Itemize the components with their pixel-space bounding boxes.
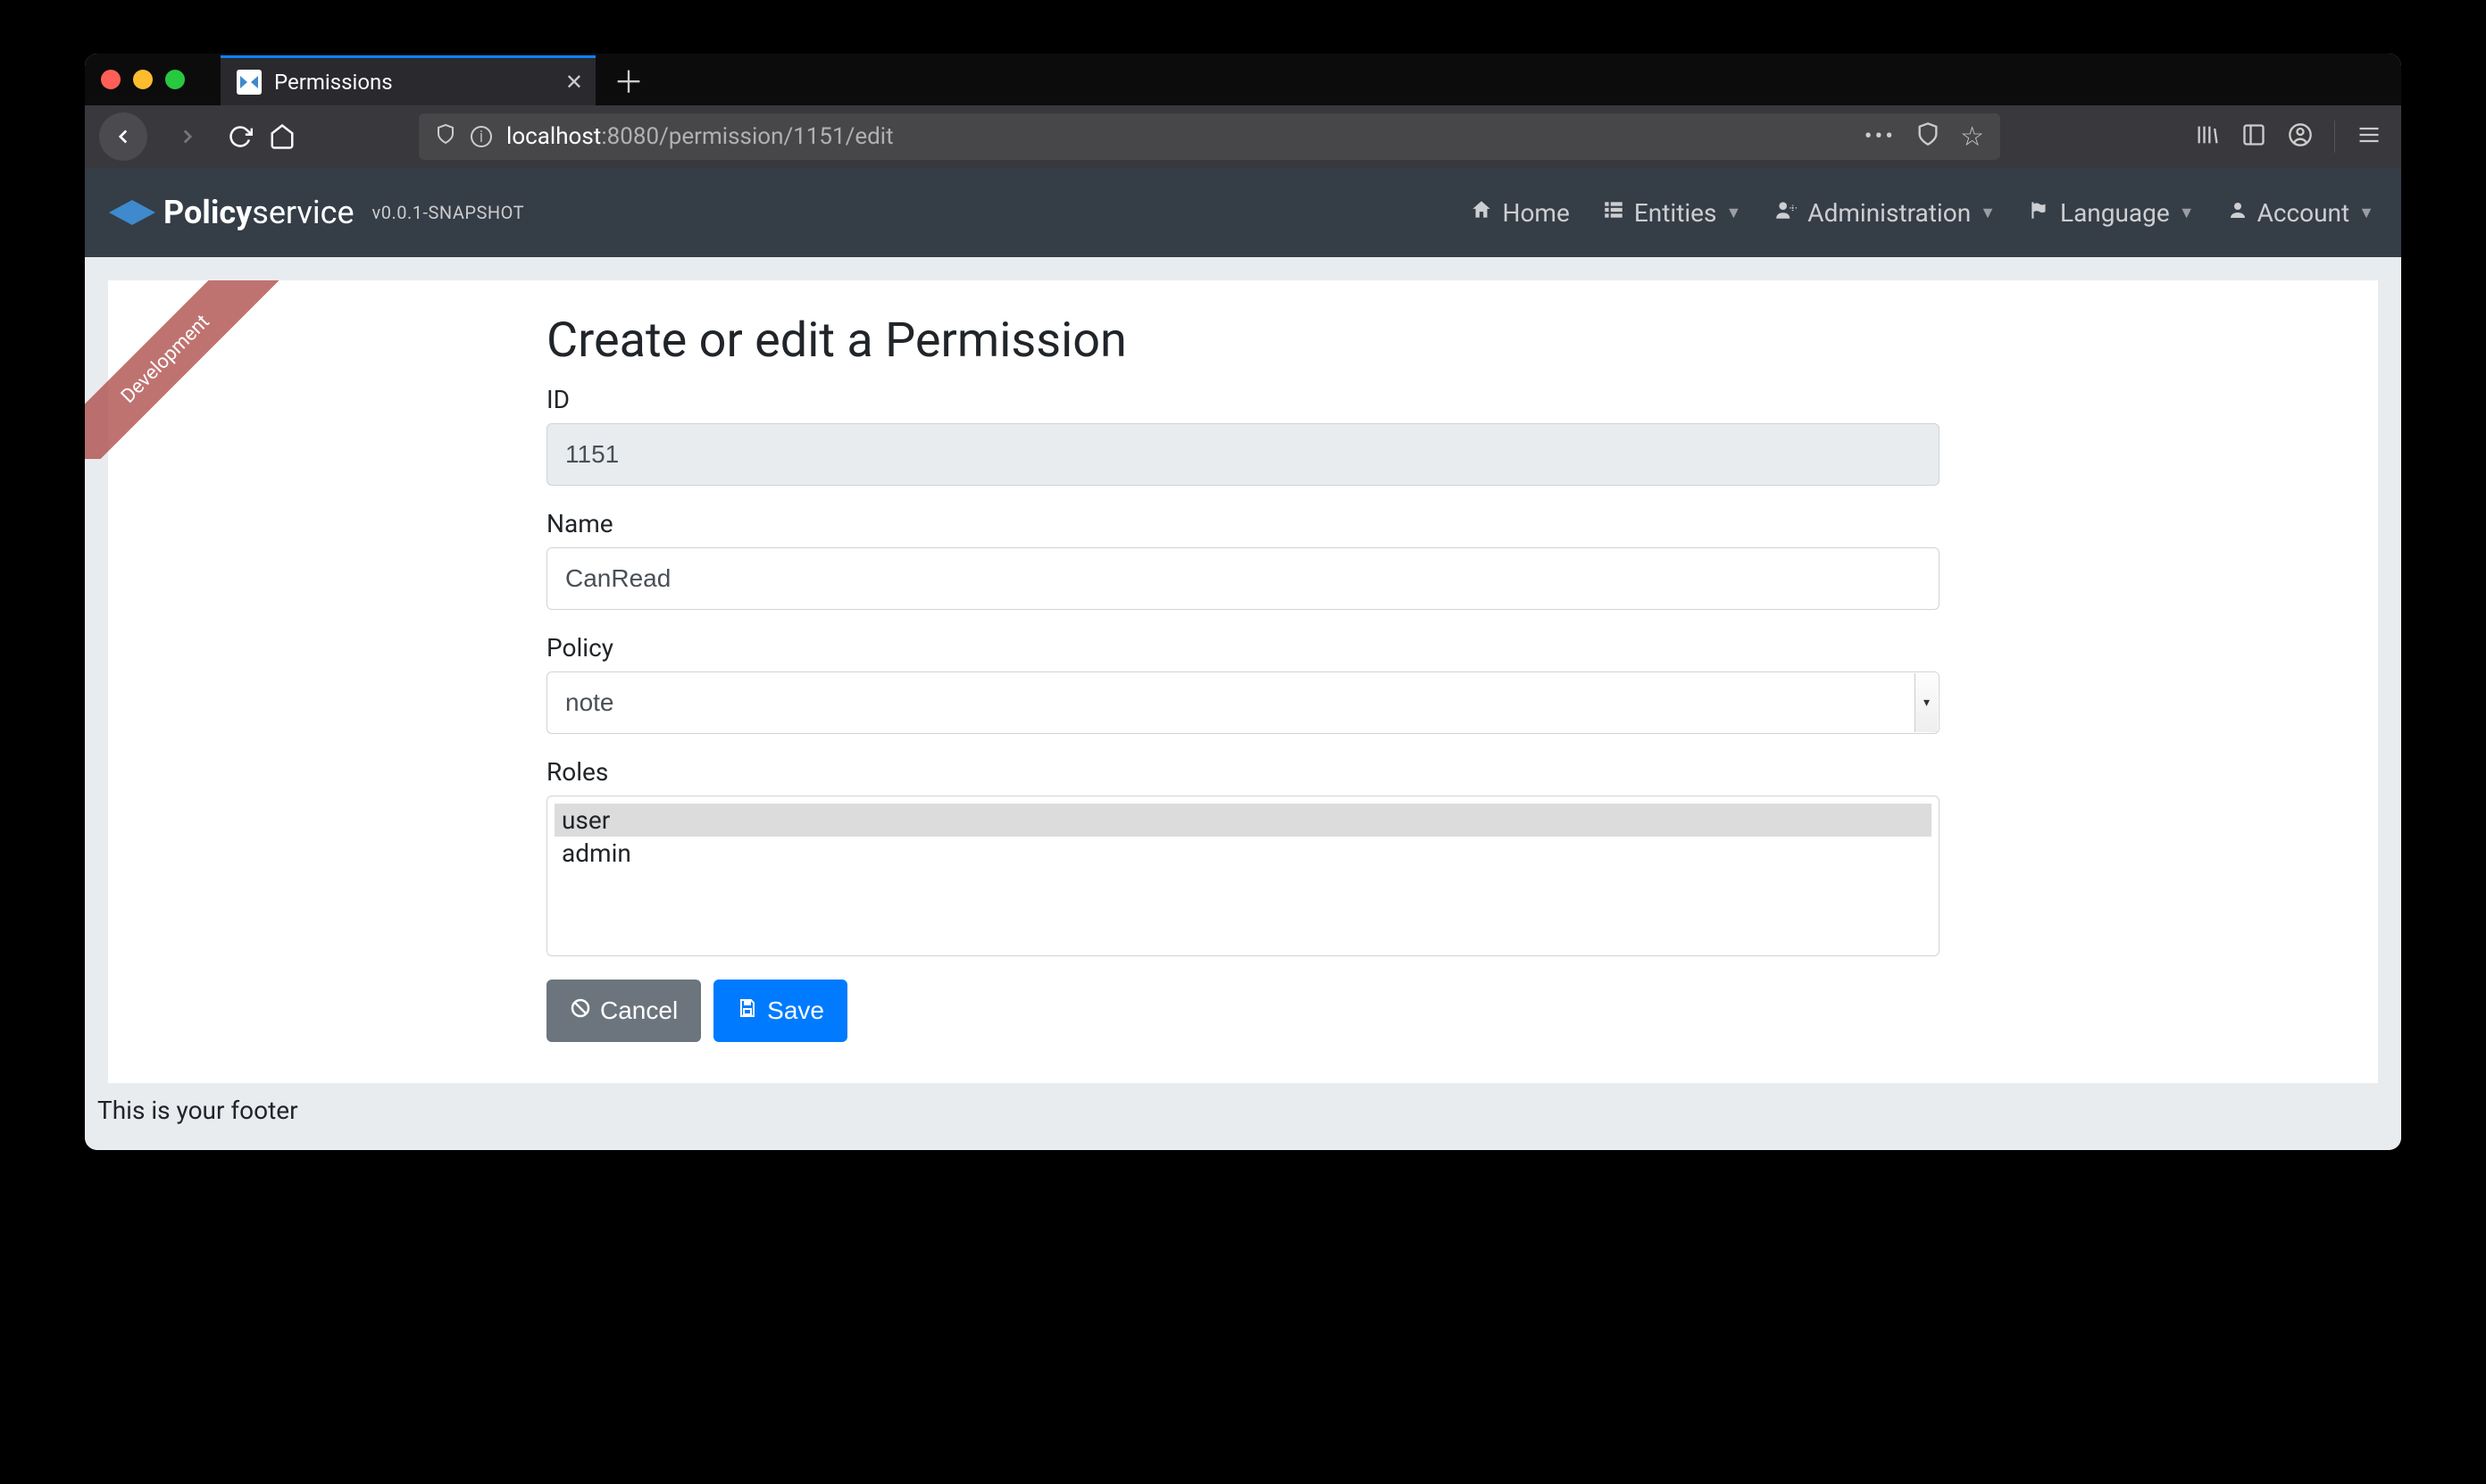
brand-version: v0.0.1-SNAPSHOT xyxy=(372,202,525,223)
footer-text: This is your footer xyxy=(85,1083,2401,1150)
page-title: Create or edit a Permission xyxy=(546,313,1940,369)
ban-icon xyxy=(570,996,591,1025)
maximize-window-button[interactable] xyxy=(165,70,185,89)
reload-button[interactable] xyxy=(228,124,253,149)
chevron-down-icon: ▼ xyxy=(2358,204,2374,222)
brand-logo-icon xyxy=(112,200,153,225)
save-button[interactable]: Save xyxy=(713,980,847,1042)
chevron-down-icon: ▼ xyxy=(2179,204,2195,222)
content-area: Development Create or edit a Permission … xyxy=(85,280,2401,1150)
roles-option-admin[interactable]: admin xyxy=(555,837,1931,870)
cancel-button[interactable]: Cancel xyxy=(546,980,701,1042)
app-navbar: Policyservice v0.0.1-SNAPSHOT Home Entit… xyxy=(85,168,2401,257)
browser-tabbar: Permissions ✕ ＋ xyxy=(85,54,2401,105)
chevron-down-icon: ▼ xyxy=(1725,204,1741,222)
chevron-down-icon: ▾ xyxy=(1915,673,1938,732)
new-tab-button[interactable]: ＋ xyxy=(613,58,644,102)
chevron-down-icon: ▼ xyxy=(1980,204,1996,222)
minimize-window-button[interactable] xyxy=(133,70,153,89)
save-icon xyxy=(737,996,758,1025)
nav-entities-label: Entities xyxy=(1634,198,1717,228)
policy-select[interactable] xyxy=(546,671,1940,734)
bookmark-icon[interactable]: ☆ xyxy=(1960,121,1984,153)
policy-label: Policy xyxy=(546,633,1940,663)
brand[interactable]: Policyservice v0.0.1-SNAPSHOT xyxy=(112,194,524,231)
flag-icon xyxy=(2028,198,2051,228)
home-icon xyxy=(1470,198,1493,228)
browser-tab[interactable]: Permissions ✕ xyxy=(221,55,596,105)
url-text: localhost:8080/permission/1151/edit xyxy=(506,123,894,150)
nav-language-label: Language xyxy=(2060,198,2170,228)
browser-window: Permissions ✕ ＋ i localhost:8080/permiss… xyxy=(85,54,2401,1150)
shield-icon xyxy=(435,121,456,153)
cancel-button-label: Cancel xyxy=(600,996,678,1025)
nav-language[interactable]: Language ▼ xyxy=(2028,198,2195,228)
url-host: localhost xyxy=(506,123,601,150)
name-field[interactable] xyxy=(546,547,1940,610)
forward-button[interactable] xyxy=(163,113,212,161)
id-label: ID xyxy=(546,385,1940,414)
user-icon xyxy=(2227,198,2248,228)
roles-label: Roles xyxy=(546,757,1940,787)
tab-favicon xyxy=(237,70,262,95)
sidebar-icon[interactable] xyxy=(2241,122,2266,151)
nav-home-label: Home xyxy=(1502,198,1569,228)
nav-administration-label: Administration xyxy=(1807,198,1971,228)
library-icon[interactable] xyxy=(2195,122,2220,151)
form-card: Create or edit a Permission ID Name Poli… xyxy=(108,280,2378,1083)
nav-entities[interactable]: Entities ▼ xyxy=(1602,198,1741,228)
pocket-icon[interactable] xyxy=(1915,121,1940,153)
close-tab-icon[interactable]: ✕ xyxy=(565,70,583,95)
home-button[interactable] xyxy=(269,123,296,150)
list-icon xyxy=(1602,198,1625,228)
user-cog-icon xyxy=(1773,198,1798,228)
menu-icon[interactable] xyxy=(2357,122,2382,151)
info-icon: i xyxy=(471,126,492,147)
roles-multiselect[interactable]: user admin xyxy=(546,796,1940,956)
tab-title: Permissions xyxy=(274,70,393,95)
back-button[interactable] xyxy=(99,113,147,161)
brand-name-bold: Policy xyxy=(163,194,252,231)
id-field xyxy=(546,423,1940,486)
name-label: Name xyxy=(546,509,1940,538)
browser-toolbar: i localhost:8080/permission/1151/edit ••… xyxy=(85,105,2401,168)
roles-option-user[interactable]: user xyxy=(555,804,1931,837)
nav-home[interactable]: Home xyxy=(1470,198,1569,228)
nav-administration[interactable]: Administration ▼ xyxy=(1773,198,1996,228)
page-actions-icon[interactable]: ••• xyxy=(1864,123,1896,150)
profile-icon[interactable] xyxy=(2288,122,2313,151)
url-bar[interactable]: i localhost:8080/permission/1151/edit ••… xyxy=(419,113,2000,160)
url-port: :8080 xyxy=(601,123,659,150)
brand-name-light: service xyxy=(252,194,354,231)
nav-account-label: Account xyxy=(2257,198,2350,228)
url-path: /permission/1151/edit xyxy=(659,123,894,150)
nav-account[interactable]: Account ▼ xyxy=(2227,198,2374,228)
window-controls xyxy=(96,70,221,89)
close-window-button[interactable] xyxy=(101,70,121,89)
save-button-label: Save xyxy=(767,996,824,1025)
